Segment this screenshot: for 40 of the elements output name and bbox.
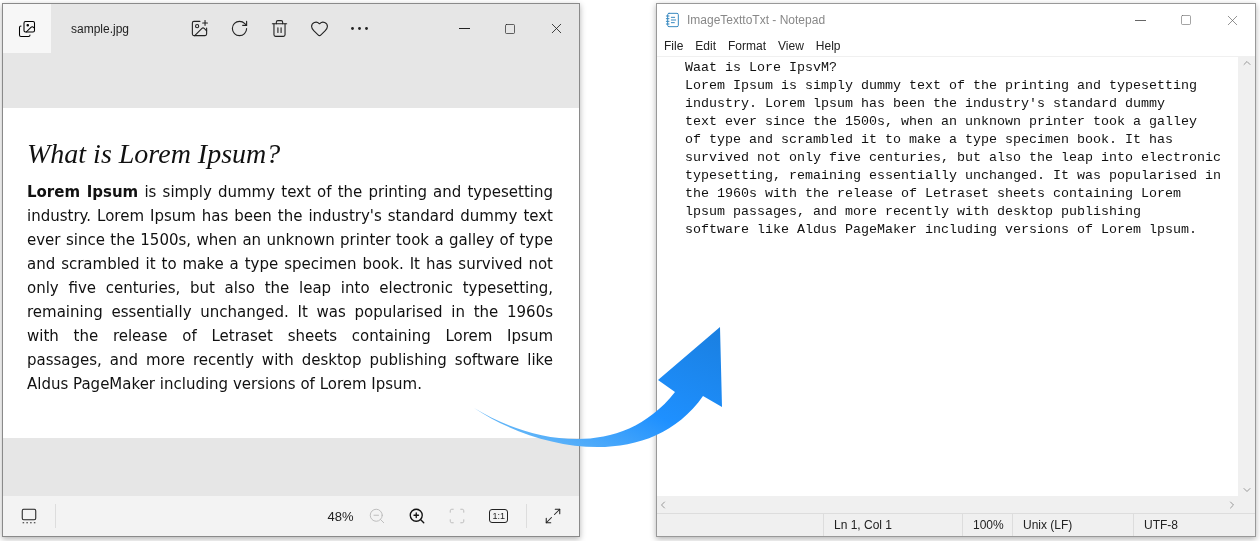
- status-text: 100%: [962, 514, 1012, 536]
- status-text: UTF-8: [1133, 514, 1255, 536]
- text-line: typesetting, remaining essentially unchanged. It was popularised in: [685, 167, 1222, 185]
- text-line: of type and scrambled it to make a type specimen book. It has: [685, 131, 1174, 149]
- text-line: industry. Lorem lpsum has been the industry's standard dummy: [685, 95, 1166, 113]
- text-line: Waat is Lore IpsvM?: [685, 59, 838, 77]
- document-paragraph: Lorem Ipsum is simply dummy text of the printing and typesetting industry. Lorem Ipsum has been the industry's standard dummy text ever since the 1500s, when an unknown printer took a galley of type and scrambled it to make a type specimen book. It has survived not only five centuries, but also the leap into electronic typesetting, remaining essentially unchanged. It was popularised in the 1960s with the release of Letraset sheets containing Lorem Ipsum passages, and more recently with desktop publishing software like Aldus PageMaker including versions of Lorem Ipsum.: [27, 182, 553, 395]
- minimize-icon: [1134, 19, 1146, 21]
- window-title: sample.jpg: [71, 21, 131, 36]
- maximize-icon: [1180, 14, 1192, 26]
- menu-item[interactable]: Edit: [695, 39, 717, 53]
- horizontal-scrollbar[interactable]: [657, 496, 1255, 513]
- text-line: software like Aldus PageMaker including versions of Lorem lpsum.: [685, 221, 1198, 239]
- zoom-level: 48%: [327, 508, 354, 524]
- images-icon: [18, 19, 36, 38]
- text-line: text ever since the 1500s, when an unknown printer took a galley: [685, 113, 1198, 131]
- minimize-icon: [458, 28, 470, 29]
- menu-item[interactable]: Format: [728, 39, 767, 53]
- text-line: survived not only five centuries, but also the leap into electronic: [685, 149, 1222, 167]
- text-line: Lorem Ipsum is simply dummy text of the printing and typesetting: [685, 77, 1198, 95]
- vertical-scrollbar[interactable]: [1238, 57, 1255, 496]
- text-line: lpsum passages, and more recently with desktop publishing: [685, 203, 1142, 221]
- actual-size-button[interactable]: 1:1: [489, 509, 508, 523]
- more-icon: [350, 27, 368, 30]
- filmstrip-icon: [20, 507, 38, 525]
- menu-item[interactable]: File: [664, 39, 684, 53]
- menu-item[interactable]: View: [778, 39, 804, 53]
- trash-icon: [269, 19, 289, 38]
- expand-icon: [544, 507, 562, 525]
- status-text: Unix (LF): [1012, 514, 1133, 536]
- menu-item[interactable]: Help: [815, 39, 841, 53]
- document-heading: What is Lorem Ipsum?: [27, 138, 282, 170]
- image-edit-icon: [189, 19, 209, 38]
- notepad-icon: [665, 12, 681, 28]
- status-text: Ln 1, Col 1: [823, 514, 962, 536]
- rotate-icon: [229, 19, 249, 38]
- maximize-icon: [504, 22, 516, 35]
- heart-icon: [309, 19, 329, 38]
- window-title: ImageTexttoTxt - Notepad: [687, 13, 826, 27]
- text-line: the 1960s with the release of Letraset sheets containing Lorem: [685, 185, 1182, 203]
